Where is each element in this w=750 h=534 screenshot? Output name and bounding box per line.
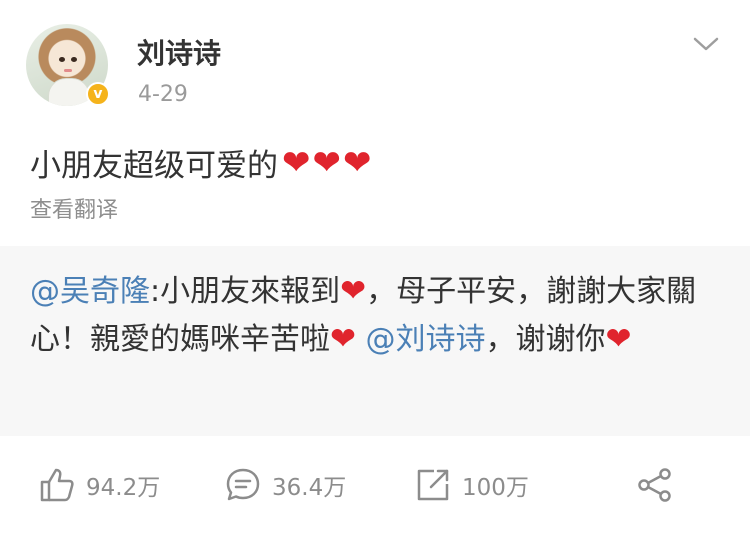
post-header: v 刘诗诗 4-29 [0,0,750,120]
avatar-dress [48,78,90,106]
mention-link-liu[interactable]: @刘诗诗 [366,322,486,357]
post-text: 小朋友超级可爱的 ❤❤❤ [30,140,373,185]
heart-icon: ❤ [330,321,356,357]
post-date: 4-29 [138,82,188,107]
forward-button[interactable]: 100万 [414,466,529,504]
heart-icons: ❤❤❤ [282,142,374,183]
share-button[interactable] [636,466,684,504]
share-network-icon [638,468,671,502]
chevron-down-icon[interactable] [692,34,720,54]
repost-text: @吴奇隆:小朋友來報到❤，母子平安，謝謝大家關心！親愛的媽咪辛苦啦❤ @刘诗诗，… [30,268,730,364]
avatar-mouth [64,69,72,72]
like-button[interactable]: 94.2万 [38,466,160,504]
username[interactable]: 刘诗诗 [137,32,221,72]
verified-badge-icon: v [86,82,110,106]
comment-count: 36.4万 [272,475,347,501]
forward-icon [417,469,449,501]
thumbs-up-icon [40,468,74,502]
repost-text-part3: ，谢谢你 [485,322,606,357]
avatar-eye-left [59,57,65,62]
action-bar: 94.2万 36.4万 100万 [0,436,750,534]
heart-icon: ❤ [605,321,632,357]
repost-text-part1: :小朋友來報到 [150,274,341,309]
avatar-eye-right [71,57,77,62]
heart-icon: ❤ [340,273,367,309]
comment-button[interactable]: 36.4万 [224,466,346,504]
repost-box[interactable]: @吴奇隆:小朋友來報到❤，母子平安，謝謝大家關心！親愛的媽咪辛苦啦❤ @刘诗诗，… [0,246,750,436]
share-count: 100万 [462,475,529,501]
like-count: 94.2万 [86,475,161,501]
mention-link-wu[interactable]: @吴奇隆 [30,274,150,309]
translate-link[interactable]: 查看翻译 [30,192,118,224]
comment-icon [226,468,260,501]
post-text-body: 小朋友超级可爱的 [30,148,278,184]
